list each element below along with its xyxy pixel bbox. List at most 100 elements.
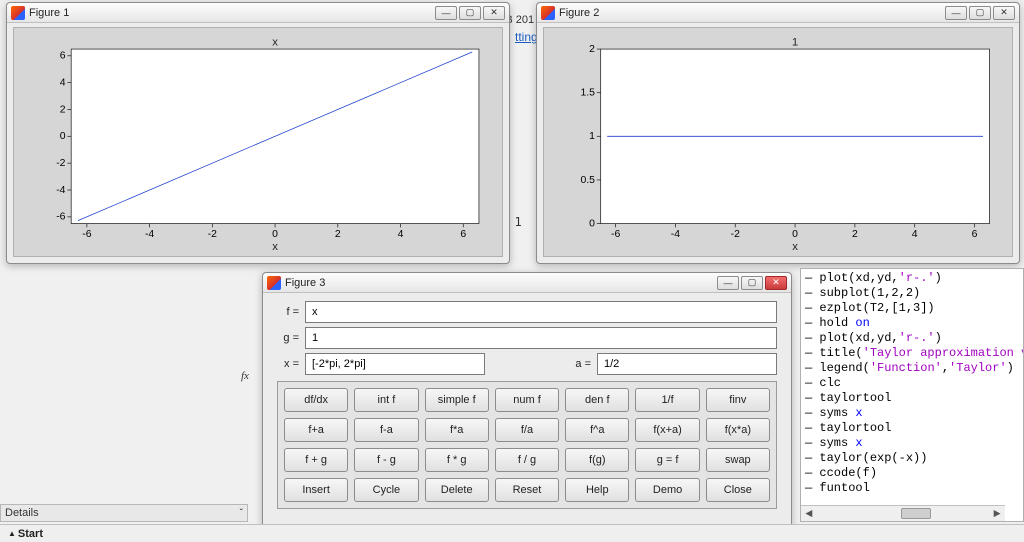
funtool-btn-num-f[interactable]: num f — [495, 388, 559, 412]
code-line[interactable]: — legend('Function','Taylor') — [805, 361, 1019, 376]
funtool-panel: f = g = x = a = df/dxint fsimple fnum fd… — [269, 297, 785, 531]
code-line[interactable]: — syms x — [805, 406, 1019, 421]
svg-text:2: 2 — [60, 104, 66, 115]
funtool-btn-g-f[interactable]: g = f — [635, 448, 699, 472]
svg-text:-4: -4 — [145, 229, 154, 240]
figure-2-titlebar[interactable]: Figure 2 — ▢ ✕ — [537, 3, 1019, 23]
minimize-button[interactable]: — — [435, 6, 457, 20]
details-label: Details — [5, 507, 39, 519]
code-line[interactable]: — ccode(f) — [805, 466, 1019, 481]
funtool-input-x[interactable] — [305, 353, 485, 375]
funtool-btn-f-g-[interactable]: f(g) — [565, 448, 629, 472]
code-line[interactable]: — taylortool — [805, 391, 1019, 406]
minimize-button[interactable]: — — [945, 6, 967, 20]
figure-2-axes[interactable]: 1x-6-4-2024600.511.52 — [548, 32, 1008, 252]
funtool-btn-1-f[interactable]: 1/f — [635, 388, 699, 412]
svg-text:x: x — [792, 241, 798, 252]
scroll-left-icon[interactable]: ◄ — [801, 507, 817, 521]
funtool-btn-int-f[interactable]: int f — [354, 388, 418, 412]
matlab-icon — [11, 6, 25, 20]
funtool-btn-delete[interactable]: Delete — [425, 478, 489, 502]
bg-text-fx: fx — [241, 370, 249, 382]
code-line[interactable]: — title('Taylor approximation vs. ac — [805, 346, 1019, 361]
svg-text:x: x — [272, 241, 278, 252]
funtool-btn-f-g[interactable]: f * g — [425, 448, 489, 472]
funtool-btn-den-f[interactable]: den f — [565, 388, 629, 412]
svg-text:-2: -2 — [56, 158, 65, 169]
code-line[interactable]: — plot(xd,yd,'r-.') — [805, 331, 1019, 346]
figure-1-axes[interactable]: xx-6-4-20246-6-4-20246 — [18, 32, 498, 252]
figure-2-axes-container: 1x-6-4-2024600.511.52 — [543, 27, 1013, 257]
figure-1-axes-container: xx-6-4-20246-6-4-20246 — [13, 27, 503, 257]
funtool-btn-demo[interactable]: Demo — [635, 478, 699, 502]
figure-1-titlebar[interactable]: Figure 1 — ▢ ✕ — [7, 3, 509, 23]
funtool-btn-f-a[interactable]: f^a — [565, 418, 629, 442]
funtool-btn-help[interactable]: Help — [565, 478, 629, 502]
funtool-btn-insert[interactable]: Insert — [284, 478, 348, 502]
funtool-btn-f-a[interactable]: f+a — [284, 418, 348, 442]
funtool-btn-f-g[interactable]: f - g — [354, 448, 418, 472]
svg-text:0: 0 — [792, 229, 798, 240]
code-line[interactable]: — hold on — [805, 316, 1019, 331]
matlab-icon — [541, 6, 555, 20]
hscrollbar[interactable]: ◄ ► — [801, 505, 1005, 521]
figure-3-titlebar[interactable]: Figure 3 — ▢ ✕ — [263, 273, 791, 293]
funtool-btn-cycle[interactable]: Cycle — [354, 478, 418, 502]
svg-text:2: 2 — [335, 229, 341, 240]
scroll-thumb[interactable] — [901, 508, 931, 519]
figure-3-window[interactable]: Figure 3 — ▢ ✕ f = g = x = a = df/dxint … — [262, 272, 792, 538]
svg-text:-2: -2 — [208, 229, 217, 240]
funtool-btn-f-g[interactable]: f + g — [284, 448, 348, 472]
funtool-btn-f-a[interactable]: f-a — [354, 418, 418, 442]
scroll-right-icon[interactable]: ► — [989, 507, 1005, 521]
code-line[interactable]: — clc — [805, 376, 1019, 391]
code-line[interactable]: — plot(xd,yd,'r-.') — [805, 271, 1019, 286]
funtool-btn-f-x-a-[interactable]: f(x+a) — [635, 418, 699, 442]
minimize-button[interactable]: — — [717, 276, 739, 290]
funtool-btn-f-x-a-[interactable]: f(x*a) — [706, 418, 770, 442]
funtool-btn-f-a[interactable]: f*a — [425, 418, 489, 442]
funtool-btn-close[interactable]: Close — [706, 478, 770, 502]
matlab-icon — [267, 276, 281, 290]
chevron-down-icon[interactable]: ˇ — [240, 508, 243, 519]
maximize-button[interactable]: ▢ — [741, 276, 763, 290]
svg-text:-4: -4 — [56, 185, 65, 196]
code-line[interactable]: — funtool — [805, 481, 1019, 496]
code-line[interactable]: — taylortool — [805, 421, 1019, 436]
funtool-btn-reset[interactable]: Reset — [495, 478, 559, 502]
svg-text:1.5: 1.5 — [580, 88, 595, 99]
svg-text:2: 2 — [589, 44, 595, 55]
code-line[interactable]: — subplot(1,2,2) — [805, 286, 1019, 301]
funtool-btn-f-a[interactable]: f/a — [495, 418, 559, 442]
command-history[interactable]: — plot(xd,yd,'r-.')— subplot(1,2,2)— ezp… — [800, 268, 1024, 522]
svg-text:2: 2 — [852, 229, 858, 240]
figure-2-window[interactable]: Figure 2 — ▢ ✕ 1x-6-4-2024600.511.52 — [536, 2, 1020, 264]
funtool-btn-df-dx[interactable]: df/dx — [284, 388, 348, 412]
code-line[interactable]: — taylor(exp(-x)) — [805, 451, 1019, 466]
details-panel-header[interactable]: Details ˇ — [0, 504, 248, 522]
code-line[interactable]: — ezplot(T2,[1,3]) — [805, 301, 1019, 316]
funtool-input-a[interactable] — [597, 353, 777, 375]
maximize-button[interactable]: ▢ — [969, 6, 991, 20]
funtool-btn-finv[interactable]: finv — [706, 388, 770, 412]
svg-text:4: 4 — [60, 77, 66, 88]
status-bar: ▲ Start — [0, 524, 1024, 542]
funtool-input-g[interactable] — [305, 327, 777, 349]
close-button[interactable]: ✕ — [483, 6, 505, 20]
close-button[interactable]: ✕ — [993, 6, 1015, 20]
funtool-btn-swap[interactable]: swap — [706, 448, 770, 472]
svg-text:-6: -6 — [611, 229, 620, 240]
svg-text:0.5: 0.5 — [580, 175, 595, 186]
svg-text:-2: -2 — [731, 229, 740, 240]
figure-1-window[interactable]: Figure 1 — ▢ ✕ xx-6-4-20246-6-4-20246 — [6, 2, 510, 264]
svg-text:6: 6 — [60, 51, 66, 62]
maximize-button[interactable]: ▢ — [459, 6, 481, 20]
close-button[interactable]: ✕ — [765, 276, 787, 290]
funtool-btn-simple-f[interactable]: simple f — [425, 388, 489, 412]
svg-text:1: 1 — [589, 131, 595, 142]
start-button[interactable]: ▲ Start — [2, 528, 49, 540]
code-line[interactable]: — syms x — [805, 436, 1019, 451]
funtool-btn-f-g[interactable]: f / g — [495, 448, 559, 472]
funtool-input-f[interactable] — [305, 301, 777, 323]
funtool-label-a: a = — [569, 358, 597, 370]
